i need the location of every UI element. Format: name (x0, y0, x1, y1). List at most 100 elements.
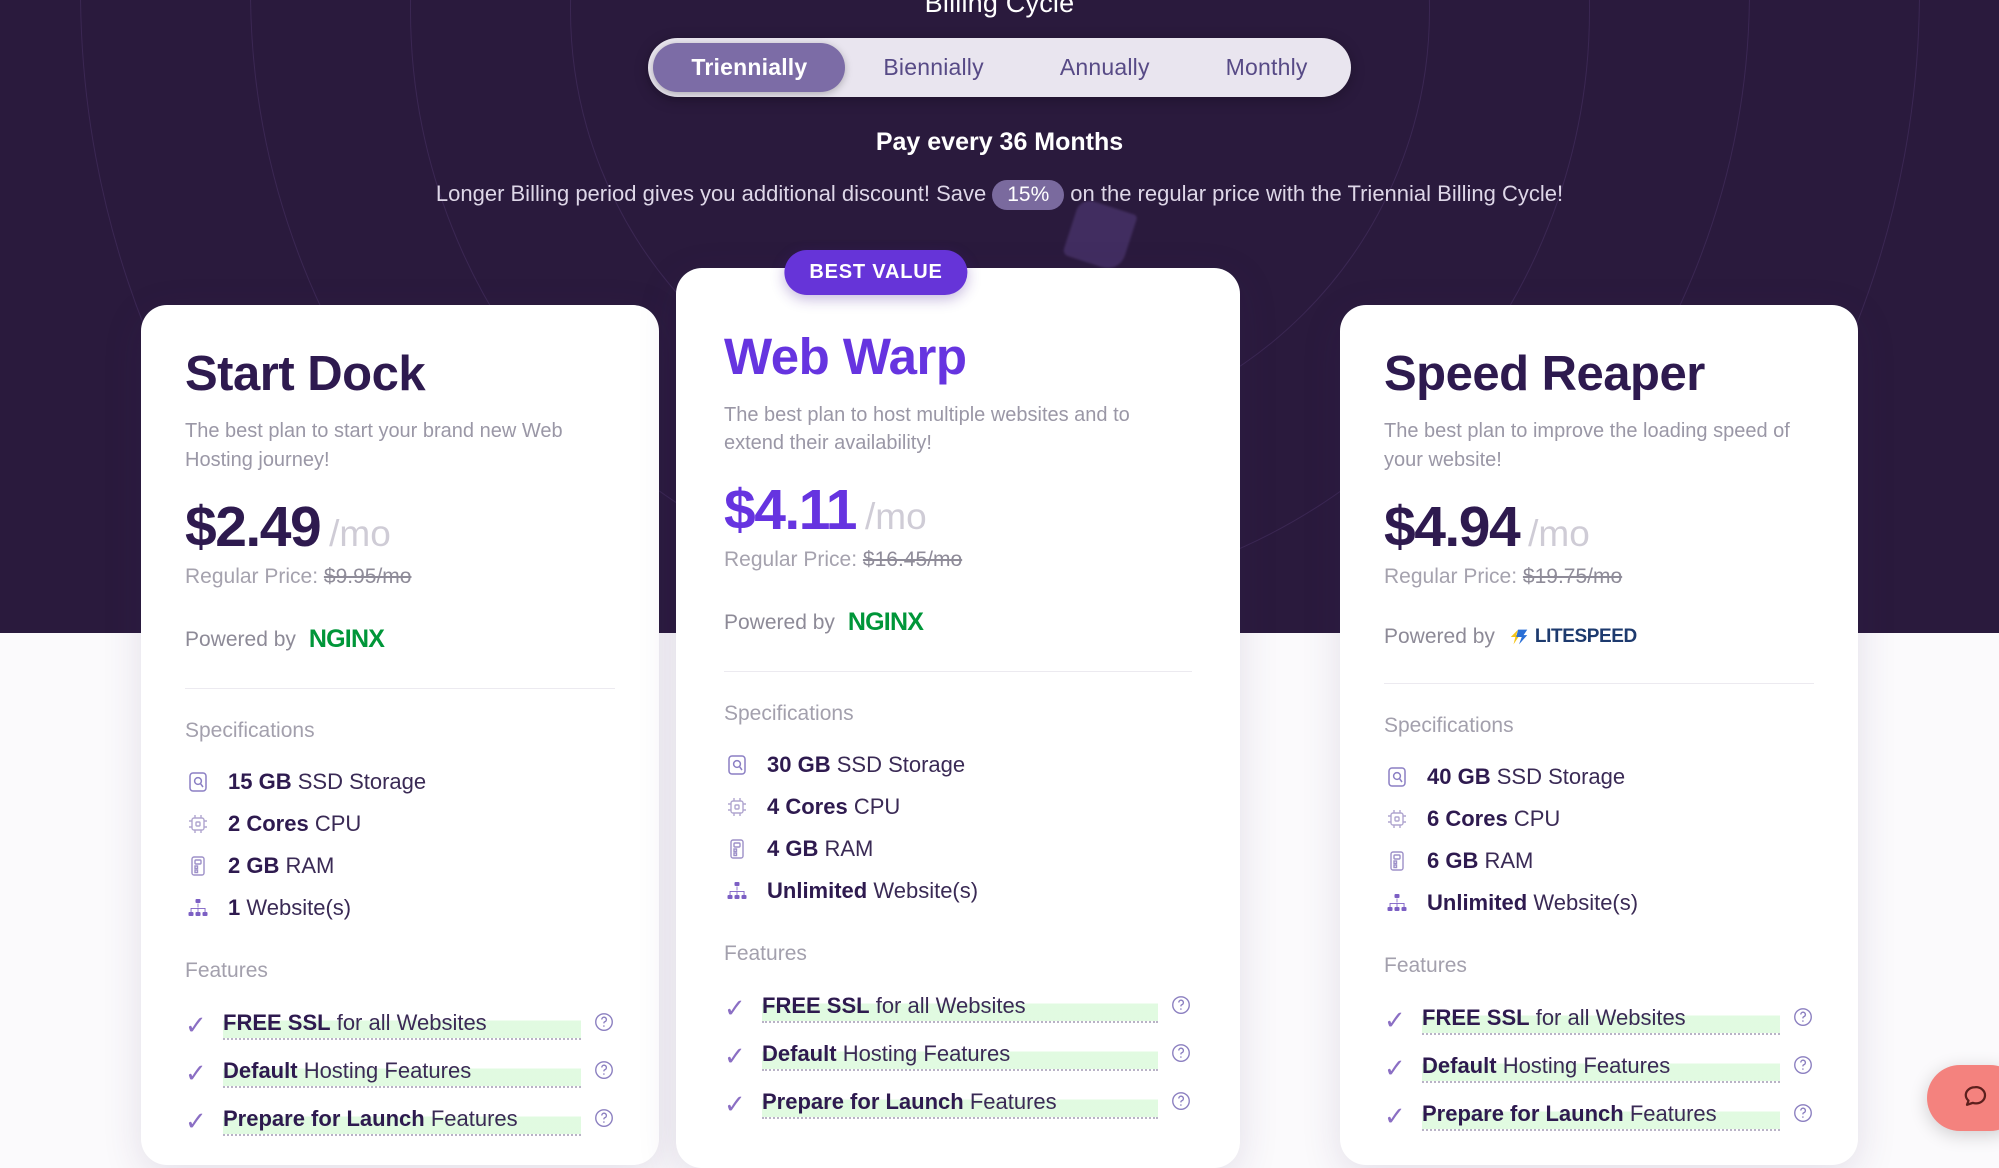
plan-price: $2.49 (185, 495, 322, 560)
regular-price: Regular Price: $19.75/mo (1384, 565, 1814, 589)
spec-label: RAM (285, 853, 335, 879)
regular-price: Regular Price: $16.45/mo (724, 548, 1192, 572)
price-period: /mo (329, 513, 391, 555)
feature-row: ✓ Prepare for Launch Features (185, 1097, 615, 1145)
spec-text: 1 Website(s) (228, 895, 351, 921)
feature-text[interactable]: FREE SSL for all Websites (762, 993, 1158, 1024)
regular-price: Regular Price: $9.95/mo (185, 565, 615, 589)
feature-value: Prepare for Launch (762, 1089, 964, 1115)
feature-label: for all Websites (336, 1010, 487, 1036)
spec-row: 30 GB SSD Storage (724, 744, 1192, 786)
spec-value: 15 GB (228, 769, 292, 795)
powered-by-row: Powered by NGINX (185, 625, 615, 654)
pricing-card-start-dock[interactable]: Start Dock The best plan to start your b… (141, 305, 659, 1165)
check-icon: ✓ (185, 1010, 207, 1041)
price-row: $4.11 /mo (724, 477, 1192, 543)
spec-label: Website(s) (1533, 890, 1639, 916)
specifications-label: Specifications (1384, 714, 1514, 738)
chat-bubble-icon (1960, 1081, 1990, 1116)
feature-text[interactable]: Prepare for Launch Features (1422, 1101, 1780, 1132)
regular-price-value: $19.75/mo (1522, 565, 1623, 589)
billing-cycle-option-annually[interactable]: Annually (1022, 43, 1188, 92)
feature-text[interactable]: FREE SSL for all Websites (223, 1010, 581, 1041)
help-icon[interactable] (1780, 1006, 1814, 1034)
help-icon[interactable] (581, 1059, 615, 1087)
help-icon[interactable] (1780, 1054, 1814, 1082)
feature-row: ✓ Prepare for Launch Features (1384, 1092, 1814, 1140)
check-icon: ✓ (1384, 1053, 1406, 1084)
discount-message: Longer Billing period gives you addition… (0, 180, 1999, 210)
spec-value: 4 Cores (767, 794, 848, 820)
plan-description: The best plan to improve the loading spe… (1384, 420, 1790, 471)
feature-row: ✓ FREE SSL for all Websites (1384, 996, 1814, 1044)
price-period: /mo (1528, 513, 1590, 555)
feature-text[interactable]: Default Hosting Features (762, 1041, 1158, 1072)
check-icon: ✓ (1384, 1005, 1406, 1036)
billing-cycle-option-triennially[interactable]: Triennially (653, 43, 846, 92)
features-label: Features (1384, 954, 1467, 978)
billing-cycle-toggle[interactable]: Triennially Biennially Annually Monthly (648, 38, 1351, 97)
chat-widget-button[interactable] (1927, 1065, 1999, 1131)
feature-value: Prepare for Launch (1422, 1101, 1624, 1127)
feature-text[interactable]: FREE SSL for all Websites (1422, 1005, 1780, 1036)
billing-cycle-option-biennially[interactable]: Biennially (845, 43, 1021, 92)
hard-drive-icon (185, 769, 211, 795)
billing-cycle-toggle-wrap: Triennially Biennially Annually Monthly (0, 38, 1999, 97)
specifications-list: 30 GB SSD Storage 4 Cores CPU 4 GB RAM U… (724, 744, 1192, 912)
spec-label: SSD Storage (1496, 764, 1626, 790)
feature-value: Default (223, 1058, 298, 1084)
spec-value: 2 Cores (228, 811, 309, 837)
help-icon[interactable] (1780, 1102, 1814, 1130)
help-icon[interactable] (581, 1107, 615, 1135)
feature-text[interactable]: Prepare for Launch Features (762, 1089, 1158, 1120)
spec-row: 6 Cores CPU (1384, 798, 1814, 840)
feature-label: Hosting Features (1502, 1053, 1671, 1079)
hard-drive-icon (724, 752, 750, 778)
powered-by-row: Powered by LITESPEED (1384, 625, 1814, 649)
features-label: Features (724, 942, 807, 966)
billing-cycle-option-monthly[interactable]: Monthly (1188, 43, 1346, 92)
pricing-card-web-warp[interactable]: Web Warp The best plan to host multiple … (676, 268, 1240, 1168)
feature-text[interactable]: Prepare for Launch Features (223, 1106, 581, 1137)
feature-row: ✓ FREE SSL for all Websites (185, 1001, 615, 1049)
regular-price-label: Regular Price: (185, 565, 319, 589)
spec-label: CPU (1513, 806, 1561, 832)
spec-text: 6 GB RAM (1427, 848, 1533, 874)
price-row: $2.49 /mo (185, 494, 615, 560)
spec-label: SSD Storage (297, 769, 427, 795)
spec-value: Unlimited (1427, 890, 1528, 916)
discount-suffix: on the regular price with the Triennial … (1070, 180, 1564, 206)
spec-value: 6 GB (1427, 848, 1479, 874)
specifications-list: 15 GB SSD Storage 2 Cores CPU 2 GB RAM 1… (185, 761, 615, 929)
nginx-logo: NGINX (308, 625, 385, 654)
help-icon[interactable] (1158, 994, 1192, 1022)
help-icon[interactable] (1158, 1090, 1192, 1118)
powered-by-row: Powered by NGINX (724, 608, 1192, 637)
price-period: /mo (865, 496, 927, 538)
feature-text[interactable]: Default Hosting Features (223, 1058, 581, 1089)
feature-label: Features (430, 1106, 518, 1132)
feature-value: Default (762, 1041, 837, 1067)
ram-icon (1384, 848, 1410, 874)
feature-label: Features (1629, 1101, 1717, 1127)
help-icon[interactable] (1158, 1042, 1192, 1070)
spec-label: CPU (314, 811, 362, 837)
help-icon[interactable] (581, 1011, 615, 1039)
features-list: ✓ FREE SSL for all Websites ✓ Default Ho… (724, 984, 1192, 1128)
check-icon: ✓ (185, 1058, 207, 1089)
pricing-card-speed-reaper[interactable]: Speed Reaper The best plan to improve th… (1340, 305, 1858, 1165)
discount-prefix: Longer Billing period gives you addition… (435, 180, 987, 206)
feature-text[interactable]: Default Hosting Features (1422, 1053, 1780, 1084)
spec-text: 4 Cores CPU (767, 794, 900, 820)
feature-label: Features (969, 1089, 1057, 1115)
spec-text: 15 GB SSD Storage (228, 769, 426, 795)
divider (185, 688, 615, 690)
spec-row: Unlimited Website(s) (724, 870, 1192, 912)
plan-description: The best plan to host multiple websites … (724, 403, 1130, 454)
spec-value: 2 GB (228, 853, 280, 879)
feature-label: Hosting Features (842, 1041, 1011, 1067)
feature-row: ✓ Default Hosting Features (1384, 1044, 1814, 1092)
spec-row: 40 GB SSD Storage (1384, 756, 1814, 798)
billing-cycle-title: Billing Cycle (924, 0, 1075, 18)
regular-price-value: $9.95/mo (323, 565, 412, 589)
